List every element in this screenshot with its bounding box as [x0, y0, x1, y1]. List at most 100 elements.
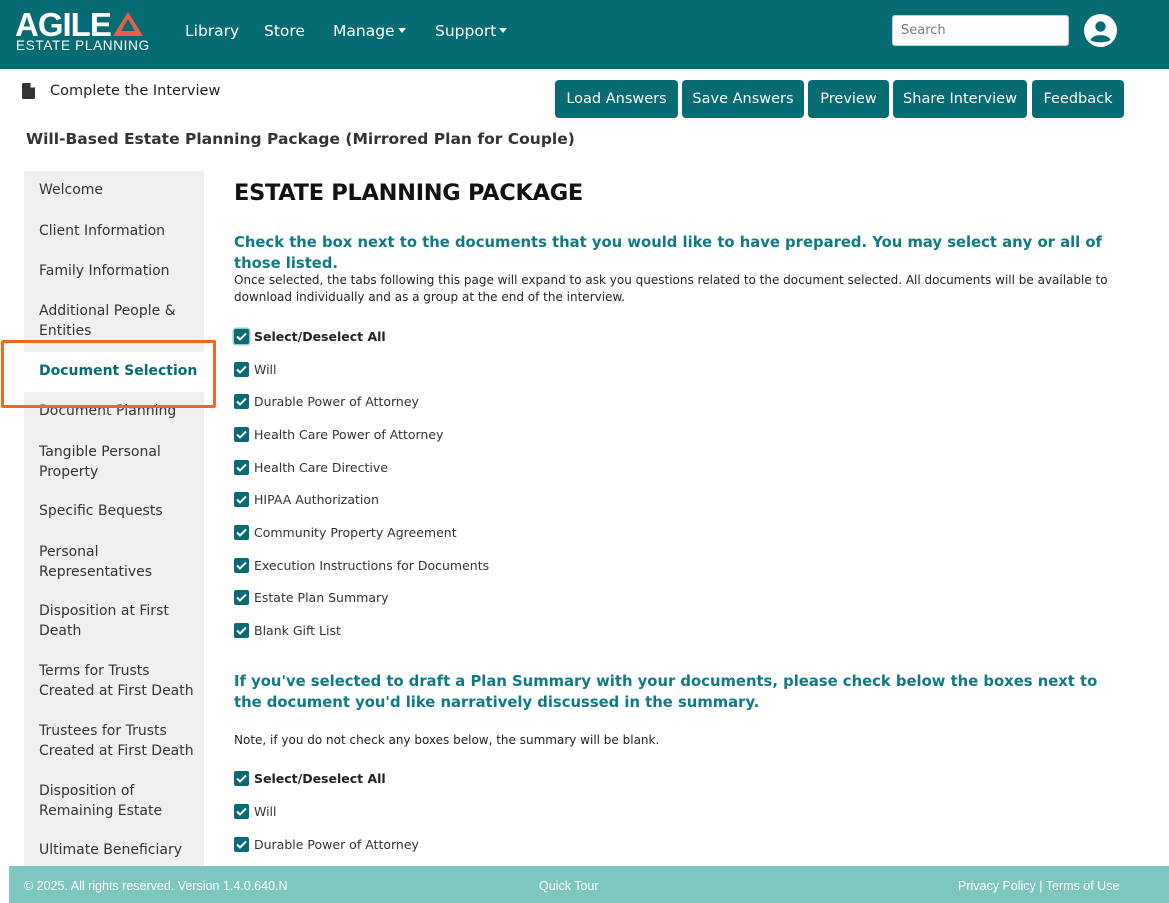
summary-select-all-checkbox-row[interactable]: Select/Deselect All [234, 768, 386, 788]
document-option-row[interactable]: Blank Gift List [234, 621, 341, 641]
quick-tour-link[interactable]: Quick Tour [539, 879, 599, 893]
document-option-row[interactable]: Execution Instructions for Documents [234, 555, 489, 575]
sidebar-item-ultimate-beneficiary[interactable]: Ultimate Beneficiary [39, 841, 199, 861]
checkbox[interactable] [234, 623, 249, 639]
logo-word: AGILE [15, 6, 112, 43]
checkbox-label: Community Property Agreement [254, 525, 457, 540]
document-option-row[interactable]: Durable Power of Attorney [234, 834, 419, 854]
document-option-row[interactable]: HIPAA Authorization [234, 490, 379, 510]
checkbox[interactable] [234, 492, 249, 508]
checkbox-label: Durable Power of Attorney [254, 394, 419, 410]
interview-sidebar: Welcome Client Information Family Inform… [24, 171, 204, 866]
checkmark-icon [236, 840, 247, 849]
checkbox[interactable] [234, 361, 249, 377]
privacy-policy-link[interactable]: Privacy Policy [958, 879, 1036, 893]
checkbox[interactable] [234, 394, 249, 410]
sidebar-item-client-information[interactable]: Client Information [39, 222, 199, 242]
document-option-row[interactable]: Will [234, 801, 277, 821]
sidebar-item-family-information[interactable]: Family Information [39, 262, 199, 282]
document-option-row[interactable]: Health Care Power of Attorney [234, 424, 443, 444]
section2-heading: If you've selected to draft a Plan Summa… [234, 673, 1098, 711]
section2-note: Note, if you do not check any boxes belo… [234, 733, 660, 747]
sidebar-item-specific-bequests[interactable]: Specific Bequests [39, 502, 199, 522]
sidebar-item-disposition-remaining-estate[interactable]: Disposition of Remaining Estate [39, 782, 199, 821]
checkmark-icon [236, 430, 247, 439]
checkbox-label: Durable Power of Attorney [254, 836, 419, 852]
section1-description: Once selected, the tabs following this p… [234, 273, 1108, 304]
nav-library[interactable]: Library [185, 22, 239, 40]
checkbox[interactable] [234, 459, 249, 475]
select-all-checkbox-row[interactable]: Select/Deselect All [234, 326, 386, 346]
section1-heading: Check the box next to the documents that… [234, 234, 1102, 272]
document-option-row[interactable]: Community Property Agreement [234, 523, 457, 543]
checkmark-icon [236, 807, 247, 816]
save-answers-button[interactable]: Save Answers [682, 80, 804, 118]
sidebar-item-trustees-trusts-first-death[interactable]: Trustees for Trusts Created at First Dea… [39, 722, 199, 761]
sidebar-item-personal-representatives[interactable]: Personal Representatives [39, 543, 199, 582]
logo-subtitle: ESTATE PLANNING [16, 38, 150, 53]
checkbox-label: Estate Plan Summary [254, 590, 389, 606]
checkmark-icon [236, 397, 247, 407]
chevron-down-icon [397, 28, 406, 33]
checkbox-label: Execution Instructions for Documents [254, 557, 490, 573]
feedback-button[interactable]: Feedback [1032, 80, 1124, 118]
top-navbar: AGILE ESTATE PLANNING Library Store Mana… [0, 0, 1169, 69]
checkmark-icon [236, 594, 247, 603]
checkbox-label: Health Care Power of Attorney [254, 426, 444, 442]
checkmark-icon [236, 365, 247, 374]
checkmark-icon [236, 463, 247, 472]
share-interview-button[interactable]: Share Interview [893, 80, 1027, 118]
checkmark-icon [236, 528, 247, 537]
nav-manage-label: Manage [333, 22, 395, 40]
document-icon [22, 83, 35, 99]
checkbox-label: Will [254, 361, 277, 377]
nav-support-label: Support [435, 22, 497, 40]
sidebar-item-disposition-first-death[interactable]: Disposition at First Death [39, 602, 199, 641]
terms-of-use-link[interactable]: Terms of Use [1046, 879, 1120, 893]
sidebar-item-document-planning[interactable]: Document Planning [39, 402, 199, 422]
sidebar-item-tangible-personal-property[interactable]: Tangible Personal Property [39, 443, 199, 482]
document-option-row[interactable]: Will [234, 359, 277, 379]
page-label-text: Complete the Interview [50, 83, 221, 99]
logo-triangle-icon [113, 12, 143, 36]
checkbox[interactable] [234, 803, 249, 819]
agile-logo[interactable]: AGILE ESTATE PLANNING [15, 8, 155, 54]
checkbox[interactable] [234, 525, 249, 540]
sidebar-item-welcome[interactable]: Welcome [39, 181, 199, 201]
document-option-row[interactable]: Durable Power of Attorney [234, 392, 419, 412]
checkmark-icon [236, 496, 247, 505]
checkbox-label: Will [254, 803, 277, 819]
checkmark-icon [236, 332, 247, 341]
footer-separator: | [1039, 879, 1043, 893]
checkbox[interactable] [234, 328, 249, 344]
checkbox[interactable] [234, 590, 249, 606]
sidebar-item-terms-trusts-first-death[interactable]: Terms for Trusts Created at First Death [39, 662, 199, 701]
nav-manage-dropdown[interactable]: Manage [333, 22, 406, 40]
document-option-row[interactable]: Estate Plan Summary [234, 588, 389, 608]
nav-store[interactable]: Store [264, 22, 305, 40]
checkmark-icon [236, 774, 247, 783]
sidebar-item-document-selection[interactable]: Document Selection [39, 362, 199, 382]
checkbox[interactable] [234, 770, 249, 786]
document-option-row[interactable]: Health Care Directive [234, 457, 388, 477]
checkbox[interactable] [234, 557, 249, 573]
checkbox-label: Health Care Directive [254, 459, 388, 475]
preview-button[interactable]: Preview [808, 80, 889, 118]
package-title: Will-Based Estate Planning Package (Mirr… [26, 130, 575, 148]
checkbox[interactable] [234, 426, 249, 442]
footer-copyright: © 2025. All rights reserved. Version 1.4… [24, 879, 288, 893]
nav-support-dropdown[interactable]: Support [435, 22, 508, 40]
checkbox-label: Blank Gift List [254, 623, 341, 639]
checkbox[interactable] [234, 836, 249, 852]
sidebar-item-additional-people[interactable]: Additional People & Entities [39, 302, 199, 341]
checkmark-icon [236, 626, 247, 636]
page-label: Complete the Interview [22, 83, 220, 99]
checkmark-icon [236, 561, 247, 570]
footer: © 2025. All rights reserved. Version 1.4… [9, 866, 1169, 903]
page-heading: ESTATE PLANNING PACKAGE [234, 180, 583, 206]
load-answers-button[interactable]: Load Answers [555, 80, 678, 118]
user-avatar-icon[interactable] [1084, 14, 1117, 47]
checkbox-label: Select/Deselect All [254, 328, 386, 344]
search-input[interactable] [892, 15, 1069, 46]
chevron-down-icon [499, 28, 508, 33]
